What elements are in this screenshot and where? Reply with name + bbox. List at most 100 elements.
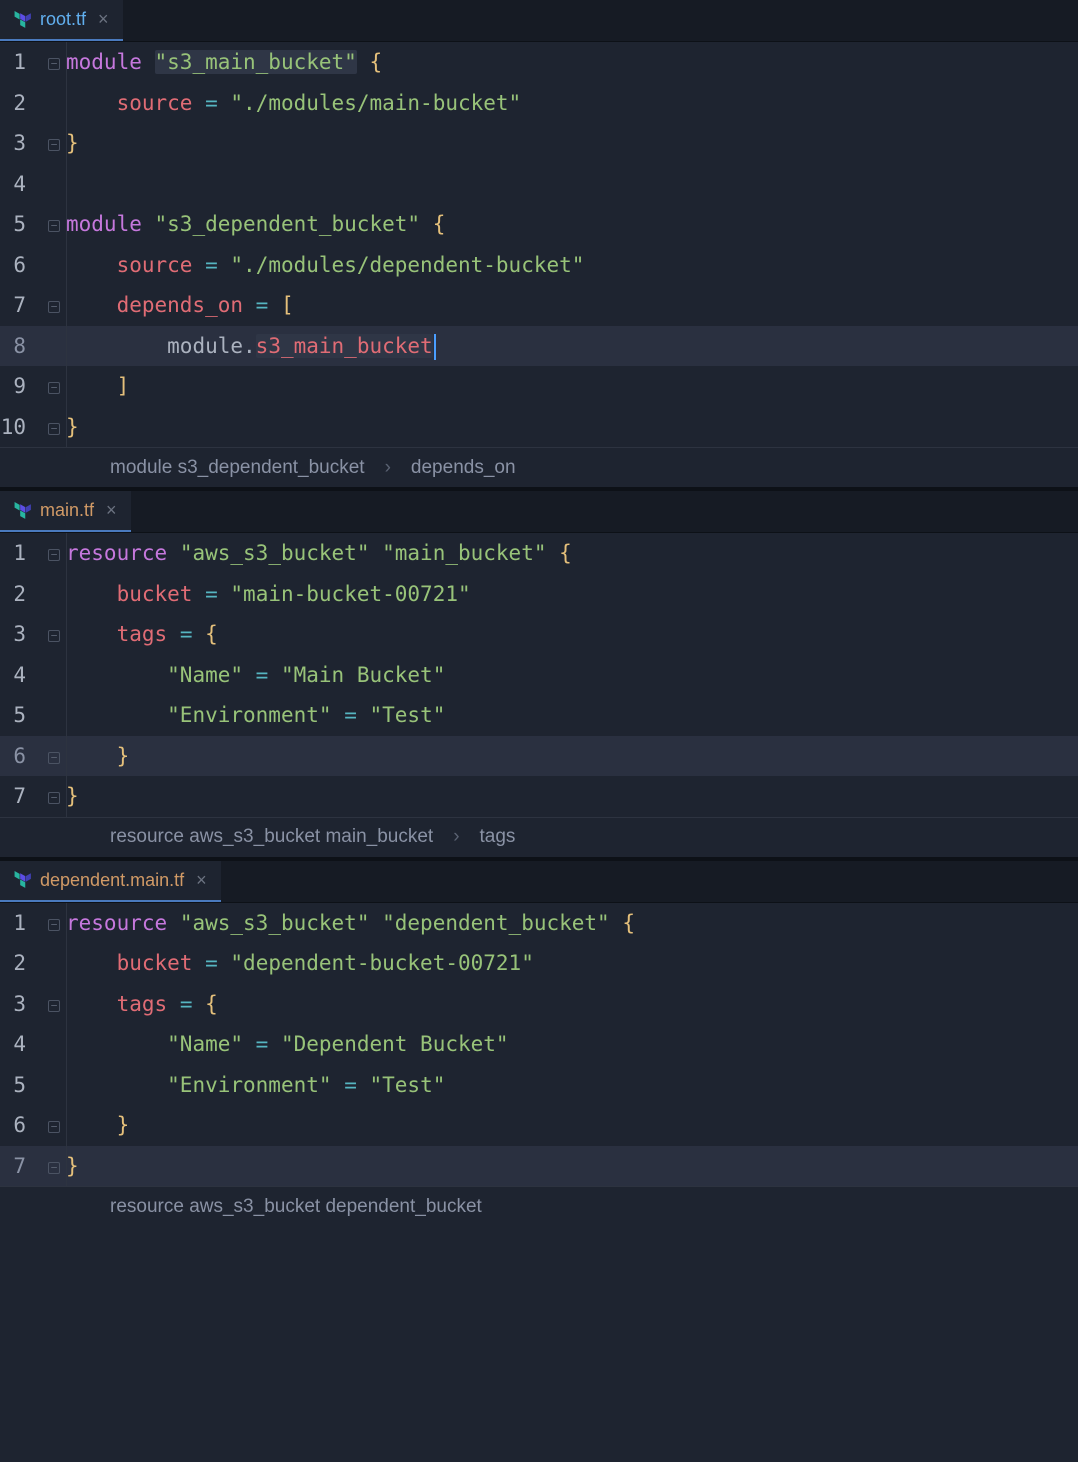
- code-line[interactable]: 3 − tags = {: [0, 984, 1078, 1025]
- fold-toggle-icon[interactable]: −: [48, 1000, 60, 1012]
- tab-bar: dependent.main.tf ×: [0, 861, 1078, 903]
- code-line[interactable]: 7 − }: [0, 776, 1078, 817]
- code-content[interactable]: depends_on = [: [66, 285, 1078, 326]
- code-line[interactable]: 6 − }: [0, 736, 1078, 777]
- code-area[interactable]: 1 − module "s3_main_bucket" { 2 source =…: [0, 42, 1078, 447]
- line-number: 2: [0, 943, 42, 984]
- code-token: source: [117, 253, 193, 277]
- close-icon[interactable]: ×: [106, 500, 117, 521]
- code-content[interactable]: tags = {: [66, 614, 1078, 655]
- code-token: [218, 253, 231, 277]
- fold-end-icon: −: [48, 382, 60, 394]
- code-content[interactable]: "Environment" = "Test": [66, 1065, 1078, 1106]
- code-token: [167, 911, 180, 935]
- breadcrumb: resource aws_s3_bucket dependent_bucket: [0, 1186, 1078, 1226]
- file-tab[interactable]: root.tf ×: [0, 0, 123, 41]
- code-content[interactable]: source = "./modules/main-bucket": [66, 83, 1078, 124]
- fold-toggle-icon[interactable]: −: [48, 220, 60, 232]
- code-content[interactable]: source = "./modules/dependent-bucket": [66, 245, 1078, 286]
- code-area[interactable]: 1 − resource "aws_s3_bucket" "dependent_…: [0, 903, 1078, 1187]
- breadcrumb-item[interactable]: depends_on: [411, 457, 516, 479]
- code-line[interactable]: 2 bucket = "dependent-bucket-00721": [0, 943, 1078, 984]
- code-line[interactable]: 5 "Environment" = "Test": [0, 695, 1078, 736]
- breadcrumb-item[interactable]: tags: [480, 826, 516, 848]
- code-content[interactable]: }: [66, 776, 1078, 817]
- code-line[interactable]: 2 source = "./modules/main-bucket": [0, 83, 1078, 124]
- fold-toggle-icon[interactable]: −: [48, 301, 60, 313]
- line-number: 3: [0, 614, 42, 655]
- code-content[interactable]: module "s3_main_bucket" {: [66, 42, 1078, 83]
- code-token: =: [205, 582, 218, 606]
- code-token: [332, 703, 345, 727]
- code-content[interactable]: }: [66, 123, 1078, 164]
- code-line[interactable]: 1 − resource "aws_s3_bucket" "dependent_…: [0, 903, 1078, 944]
- code-token: "aws_s3_bucket": [180, 541, 370, 565]
- code-content[interactable]: tags = {: [66, 984, 1078, 1025]
- breadcrumb-item[interactable]: resource aws_s3_bucket main_bucket: [110, 826, 433, 848]
- code-line[interactable]: 7 − }: [0, 1146, 1078, 1187]
- line-number: 7: [0, 776, 42, 817]
- code-line[interactable]: 3 − }: [0, 123, 1078, 164]
- code-content[interactable]: bucket = "dependent-bucket-00721": [66, 943, 1078, 984]
- code-line[interactable]: 3 − tags = {: [0, 614, 1078, 655]
- fold-toggle-icon[interactable]: −: [48, 58, 60, 70]
- tab-filename: root.tf: [40, 9, 86, 30]
- code-token: [547, 541, 560, 565]
- code-token: [192, 951, 205, 975]
- code-line[interactable]: 6 − }: [0, 1105, 1078, 1146]
- line-number: 1: [0, 533, 42, 574]
- code-token: module: [66, 50, 142, 74]
- code-token: ]: [117, 374, 130, 398]
- close-icon[interactable]: ×: [196, 870, 207, 891]
- file-tab[interactable]: dependent.main.tf ×: [0, 861, 221, 902]
- code-content[interactable]: resource "aws_s3_bucket" "dependent_buck…: [66, 903, 1078, 944]
- code-line[interactable]: 8 module.s3_main_bucket: [0, 326, 1078, 367]
- code-token: [420, 212, 433, 236]
- code-token: [167, 622, 180, 646]
- code-content[interactable]: resource "aws_s3_bucket" "main_bucket" {: [66, 533, 1078, 574]
- fold-toggle-icon[interactable]: −: [48, 919, 60, 931]
- code-line[interactable]: 1 − resource "aws_s3_bucket" "main_bucke…: [0, 533, 1078, 574]
- code-line[interactable]: 2 bucket = "main-bucket-00721": [0, 574, 1078, 615]
- code-content[interactable]: }: [66, 736, 1078, 777]
- fold-toggle-icon[interactable]: −: [48, 630, 60, 642]
- code-content[interactable]: }: [66, 1105, 1078, 1146]
- code-line[interactable]: 6 source = "./modules/dependent-bucket": [0, 245, 1078, 286]
- fold-toggle-icon[interactable]: −: [48, 549, 60, 561]
- code-line[interactable]: 5 − module "s3_dependent_bucket" {: [0, 204, 1078, 245]
- code-content[interactable]: "Environment" = "Test": [66, 695, 1078, 736]
- code-token: }: [66, 1154, 79, 1178]
- fold-end-icon: −: [48, 752, 60, 764]
- code-content[interactable]: ]: [66, 366, 1078, 407]
- code-line[interactable]: 4 "Name" = "Main Bucket": [0, 655, 1078, 696]
- code-content[interactable]: }: [66, 407, 1078, 448]
- code-line[interactable]: 4: [0, 164, 1078, 205]
- code-token: tags: [117, 622, 168, 646]
- code-line[interactable]: 5 "Environment" = "Test": [0, 1065, 1078, 1106]
- code-content[interactable]: [66, 164, 1078, 205]
- code-content[interactable]: "Name" = "Main Bucket": [66, 655, 1078, 696]
- code-token: [243, 293, 256, 317]
- code-token: bucket: [117, 582, 193, 606]
- code-line[interactable]: 4 "Name" = "Dependent Bucket": [0, 1024, 1078, 1065]
- code-line[interactable]: 7 − depends_on = [: [0, 285, 1078, 326]
- file-tab[interactable]: main.tf ×: [0, 491, 131, 532]
- code-content[interactable]: module "s3_dependent_bucket" {: [66, 204, 1078, 245]
- close-icon[interactable]: ×: [98, 9, 109, 30]
- code-line[interactable]: 10 − }: [0, 407, 1078, 448]
- code-content[interactable]: module.s3_main_bucket: [66, 326, 1078, 367]
- code-content[interactable]: bucket = "main-bucket-00721": [66, 574, 1078, 615]
- code-area[interactable]: 1 − resource "aws_s3_bucket" "main_bucke…: [0, 533, 1078, 817]
- breadcrumb-item[interactable]: module s3_dependent_bucket: [110, 457, 365, 479]
- code-content[interactable]: "Name" = "Dependent Bucket": [66, 1024, 1078, 1065]
- code-line[interactable]: 1 − module "s3_main_bucket" {: [0, 42, 1078, 83]
- code-line[interactable]: 9 − ]: [0, 366, 1078, 407]
- code-token: =: [180, 622, 193, 646]
- line-number: 5: [0, 1065, 42, 1106]
- code-token: }: [66, 415, 79, 439]
- line-number: 2: [0, 83, 42, 124]
- code-token: [192, 253, 205, 277]
- code-token: =: [205, 253, 218, 277]
- breadcrumb-item[interactable]: resource aws_s3_bucket dependent_bucket: [110, 1196, 482, 1218]
- code-content[interactable]: }: [66, 1146, 1078, 1187]
